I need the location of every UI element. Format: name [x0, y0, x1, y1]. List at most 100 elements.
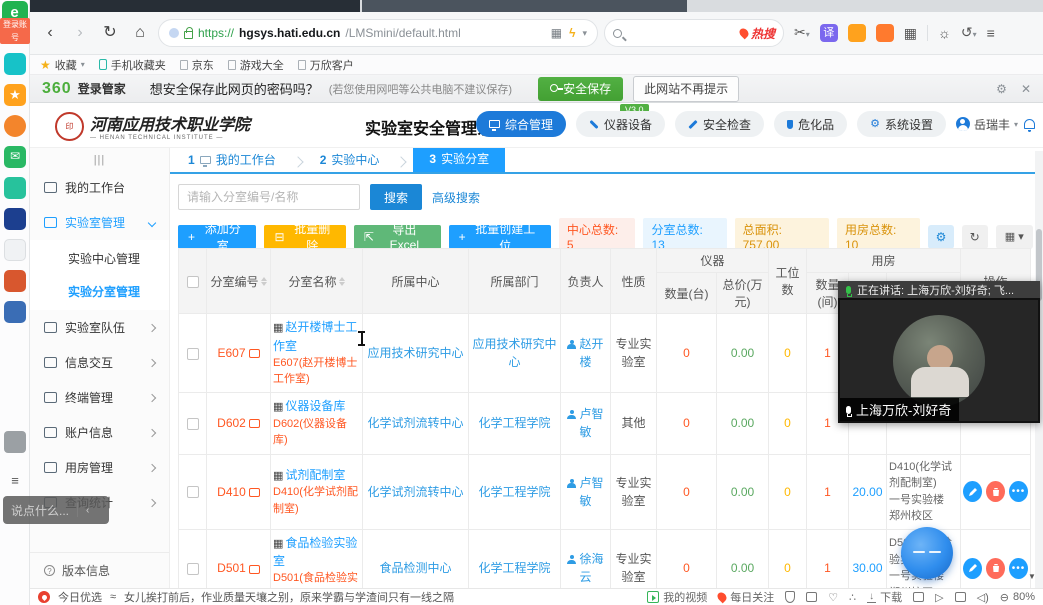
collapse-news-icon[interactable]: ≈	[110, 591, 116, 603]
game-app-2-icon[interactable]	[4, 301, 26, 323]
center-link[interactable]: 化学试剂流转中心	[363, 454, 469, 529]
rail-menu-icon[interactable]: ≡	[4, 471, 26, 493]
sidebar-collapse-icon[interactable]: |||	[30, 148, 169, 170]
today-picks-icon[interactable]	[38, 591, 50, 603]
speaker-icon[interactable]: ◁)	[977, 591, 989, 604]
bookmark-wanxin[interactable]: 万欣客户	[298, 57, 354, 73]
game-center-icon[interactable]	[4, 53, 26, 75]
windows-icon[interactable]	[955, 592, 966, 602]
nav-instruments[interactable]: 仪器设备	[576, 111, 665, 137]
room-code-link[interactable]: D410	[217, 485, 246, 499]
more-actions-icon[interactable]: •••	[1009, 558, 1028, 579]
history-undo-icon[interactable]: ↺▾	[961, 21, 977, 46]
meeting-overlay[interactable]: 正在讲话: 上海万欣-刘好奇; 飞... 上海万欣-刘好奇	[838, 281, 1040, 423]
batch-create-workstation-button[interactable]: +批量创建工位	[449, 225, 551, 249]
table-settings-gear-icon[interactable]: ⚙	[928, 225, 954, 249]
row-checkbox[interactable]	[187, 348, 199, 360]
delete-icon[interactable]	[986, 481, 1005, 502]
room-name-link[interactable]: 仪器设备库	[285, 399, 345, 413]
nav-comprehensive-management[interactable]: 综合管理	[476, 111, 566, 137]
refresh-icon[interactable]: ↻	[98, 21, 122, 45]
dept-link[interactable]: 应用技术研究中心	[469, 314, 561, 393]
step-tab-workbench[interactable]: 1我的工作台	[178, 148, 286, 172]
meeting-video[interactable]: 上海万欣-刘好奇	[838, 298, 1040, 423]
dismiss-site-button[interactable]: 此网站不再提示	[633, 76, 739, 102]
url-dropdown-icon[interactable]: ▾	[582, 28, 587, 39]
batch-delete-button[interactable]: ⊟批量删除	[264, 225, 345, 249]
sidebar-item-lab-management[interactable]: 实验室管理	[30, 205, 169, 240]
room-code-link[interactable]: D602	[217, 416, 246, 430]
dept-link[interactable]: 化学工程学院	[469, 529, 561, 588]
mail-icon[interactable]	[4, 146, 26, 168]
chat-input-overlay[interactable]: 说点什么... ‹	[3, 496, 109, 524]
room-code-link[interactable]: E607	[217, 346, 245, 360]
refresh-table-icon[interactable]: ↻	[962, 225, 988, 249]
site-safety-icon[interactable]	[785, 591, 795, 603]
person-link[interactable]: 卢智敏	[579, 476, 603, 508]
sidebar-item-lab-room-management[interactable]: 实验分室管理	[30, 275, 169, 308]
sidebar-item-terminal-management[interactable]: 终端管理	[30, 380, 169, 415]
security-shield-icon[interactable]	[848, 24, 866, 42]
speed-mode-icon[interactable]: ϟ	[569, 26, 575, 40]
row-checkbox[interactable]	[187, 486, 199, 498]
search-button[interactable]: 搜索	[370, 184, 422, 210]
edit-icon[interactable]	[963, 558, 982, 579]
person-link[interactable]: 徐海云	[579, 552, 603, 584]
center-link[interactable]: 食品检测中心	[363, 529, 469, 588]
select-all-checkbox[interactable]	[179, 249, 207, 314]
person-link[interactable]: 卢智敏	[579, 407, 603, 439]
today-picks-label[interactable]: 今日优选	[58, 589, 102, 605]
sidebar-item-room-management[interactable]: 用房管理	[30, 450, 169, 485]
room-code-link[interactable]: D501	[217, 561, 246, 575]
printer-icon[interactable]	[913, 592, 924, 602]
url-bar[interactable]: https:// hgsys.hati.edu.cn /LMSmini/defa…	[158, 19, 598, 47]
edit-icon[interactable]	[963, 481, 982, 502]
apps-grid-icon[interactable]: ▦	[904, 22, 917, 44]
emoji-add-icon[interactable]	[4, 431, 26, 453]
browser-tab-1[interactable]	[30, 0, 360, 12]
news-headline[interactable]: 女儿挨打前后，作业质量天壤之别，原来学霸与学渣间只有一线之隔	[124, 589, 454, 605]
sidebar-item-lab-team[interactable]: 实验室队伍	[30, 310, 169, 345]
forward-icon[interactable]: ›	[68, 21, 92, 45]
row-checkbox[interactable]	[187, 563, 199, 575]
browser-menu-icon[interactable]: ≡	[987, 22, 995, 44]
person-link[interactable]: 赵开楼	[579, 337, 603, 369]
export-excel-button[interactable]: ⇱导出Excel	[354, 225, 441, 249]
news-app-icon[interactable]	[4, 208, 26, 230]
password-bar-settings-icon[interactable]: ⚙	[996, 82, 1007, 96]
favorites-star-icon[interactable]	[4, 84, 26, 106]
translate-icon[interactable]: 译	[820, 24, 838, 42]
night-mode-icon[interactable]: ☼	[938, 22, 951, 44]
screenshot-scissors-icon[interactable]: ✂▾	[794, 21, 810, 46]
downloads-button[interactable]: ↓下载	[867, 589, 902, 605]
sort-icon[interactable]	[261, 277, 267, 286]
center-link[interactable]: 应用技术研究中心	[363, 314, 469, 393]
chat-collapse-icon[interactable]: ‹	[86, 505, 89, 516]
dept-link[interactable]: 化学工程学院	[469, 454, 561, 529]
sidebar-item-lab-center-management[interactable]: 实验中心管理	[30, 242, 169, 275]
weibo-icon[interactable]	[4, 115, 26, 137]
sort-icon[interactable]	[339, 277, 345, 286]
sidebar-item-account-info[interactable]: 账户信息	[30, 415, 169, 450]
bookmark-jd[interactable]: 京东	[180, 57, 214, 73]
nav-system-settings[interactable]: ⚙系统设置	[857, 111, 946, 137]
bell-icon[interactable]	[1024, 119, 1035, 129]
room-name-link[interactable]: 食品检验实验室	[273, 536, 357, 569]
hot-search-button[interactable]: 热搜	[740, 25, 775, 42]
favorites-menu[interactable]: ★收藏▾	[40, 57, 85, 73]
games-icon[interactable]	[876, 24, 894, 42]
columns-toggle-icon[interactable]: ▦ ▾	[996, 225, 1034, 249]
user-menu[interactable]: 岳瑞丰 ▾	[956, 116, 1035, 133]
column-header-code[interactable]: 分室编号	[207, 249, 271, 314]
password-bar-close-icon[interactable]: ✕	[1021, 82, 1031, 96]
favorites-heart-icon[interactable]: ♡	[828, 591, 838, 604]
version-info[interactable]: ?版本信息	[30, 552, 169, 588]
room-search-input[interactable]	[178, 184, 360, 210]
room-name-link[interactable]: 赵开楼博士工作室	[273, 320, 357, 353]
send-page-icon[interactable]: ▷	[935, 591, 943, 604]
browser-search-box[interactable]: 热搜	[604, 19, 784, 47]
my-videos-button[interactable]: 我的视频	[647, 589, 707, 605]
browser-tab-2[interactable]	[362, 0, 687, 12]
cloud-drive-icon[interactable]	[4, 177, 26, 199]
screenshot-image-icon[interactable]	[806, 592, 817, 602]
